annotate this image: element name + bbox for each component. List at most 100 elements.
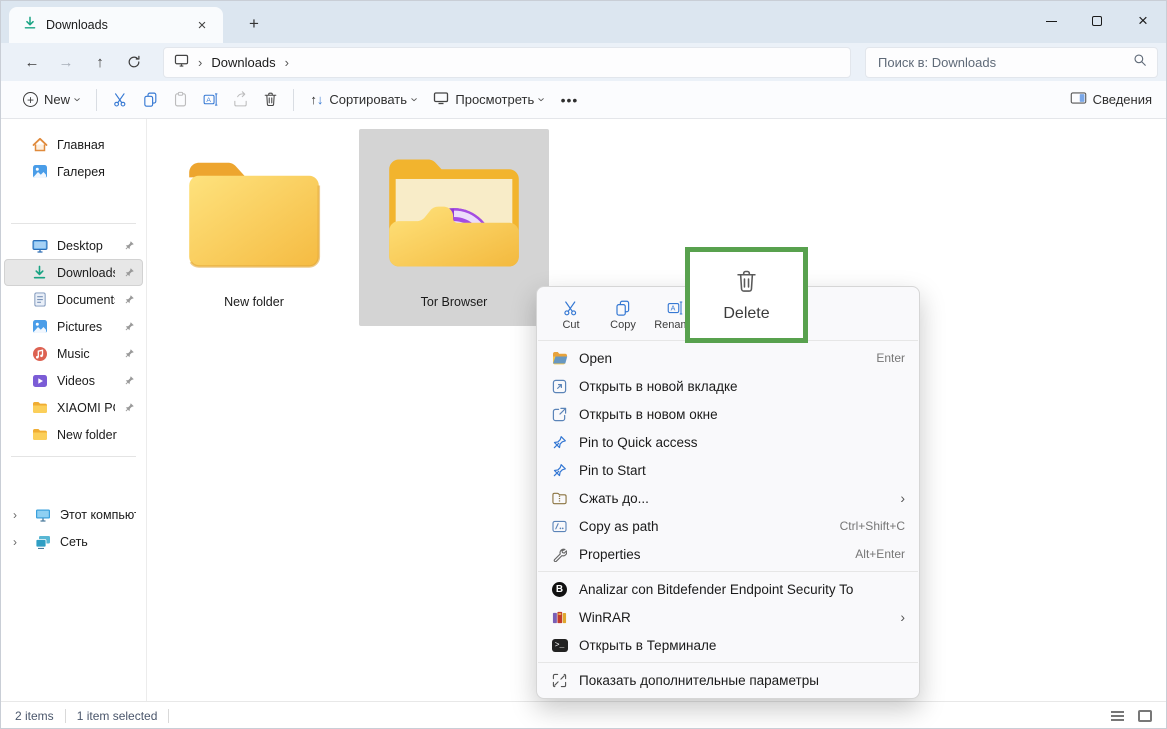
pin-icon (124, 348, 136, 359)
sidebar-item-this-pc[interactable]: › Этот компьютер (4, 501, 143, 528)
chevron-down-icon: › (535, 97, 550, 101)
menu-item-open[interactable]: Open Enter (537, 344, 919, 372)
menu-item-pin-quick-access[interactable]: Pin to Quick access (537, 428, 919, 456)
back-button[interactable]: ← (17, 48, 47, 76)
winrar-icon (551, 609, 568, 626)
pin-icon (124, 402, 136, 413)
context-menu: Cut Copy A Rename Open Enter Открыть в н… (536, 286, 920, 699)
sidebar-item-home[interactable]: Главная (4, 131, 143, 158)
sort-button[interactable]: ↑↓ Сортировать › (302, 85, 425, 115)
cut-button[interactable] (105, 85, 135, 115)
sidebar-item-videos[interactable]: Videos (4, 367, 143, 394)
list-view-toggle-icon[interactable] (1111, 709, 1124, 723)
file-tile-new-folder[interactable]: New folder (159, 129, 349, 326)
menu-item-pin-start[interactable]: Pin to Start (537, 456, 919, 484)
expand-chevron-icon[interactable]: › (13, 508, 25, 522)
menu-item-bitdefender-scan[interactable]: B Analizar con Bitdefender Endpoint Secu… (537, 575, 919, 603)
search-box[interactable] (865, 47, 1158, 78)
sidebar-item-documents[interactable]: Documents (4, 286, 143, 313)
show-more-options-icon (551, 672, 568, 689)
minimize-button[interactable] (1028, 1, 1074, 41)
trash-icon (733, 268, 760, 300)
up-button[interactable]: ↑ (85, 48, 115, 76)
menu-item-open-new-window[interactable]: Открыть в новом окне (537, 400, 919, 428)
document-icon (31, 291, 48, 308)
window-controls: × (1028, 1, 1166, 41)
file-explorer-window: Downloads × + × ← → ↑ › Downloads › (0, 0, 1167, 729)
shortcut-label: Alt+Enter (855, 547, 905, 561)
tab-downloads[interactable]: Downloads × (9, 7, 223, 43)
view-icon (433, 91, 449, 108)
large-icons-view-toggle-icon[interactable] (1138, 710, 1152, 722)
navigation-pane: Главная Галерея Desktop (1, 119, 147, 701)
download-icon (31, 264, 48, 281)
bitdefender-icon: B (551, 581, 568, 598)
sort-arrows-icon: ↑↓ (310, 92, 323, 107)
menu-item-winrar[interactable]: WinRAR › (537, 603, 919, 631)
menu-item-open-in-terminal[interactable]: >_ Открыть в Терминале (537, 631, 919, 659)
sidebar-item-gallery[interactable]: Галерея (4, 158, 143, 185)
expand-chevron-icon[interactable]: › (13, 535, 25, 549)
search-input[interactable] (878, 55, 1133, 70)
shortcut-label: Ctrl+Shift+C (840, 519, 905, 533)
sidebar-item-xiaomi-poco[interactable]: XIAOMI POCO F (4, 394, 143, 421)
copy-button[interactable] (135, 85, 165, 115)
cut-menu-button[interactable]: Cut (545, 299, 597, 331)
sidebar-item-new-folder[interactable]: New folder (4, 421, 143, 448)
details-pane-button[interactable]: Сведения (1070, 91, 1152, 108)
tor-browser-folder-icon (373, 143, 535, 283)
folder-icon (31, 399, 48, 416)
sidebar-item-music[interactable]: Music (4, 340, 143, 367)
delete-button[interactable] (255, 85, 285, 115)
sidebar-item-network[interactable]: › Сеть (4, 528, 143, 555)
network-icon (34, 533, 51, 550)
maximize-button[interactable] (1074, 1, 1120, 41)
forward-button[interactable]: → (51, 48, 81, 76)
menu-item-copy-as-path[interactable]: Copy as path Ctrl+Shift+C (537, 512, 919, 540)
menu-item-properties[interactable]: Properties Alt+Enter (537, 540, 919, 568)
share-button[interactable] (225, 85, 255, 115)
this-pc-icon (34, 506, 51, 523)
breadcrumb-folder[interactable]: Downloads (211, 55, 275, 70)
sidebar-separator (11, 223, 136, 224)
shortcut-label: Enter (876, 351, 905, 365)
file-tile-tor-browser[interactable]: Tor Browser (359, 129, 549, 326)
pin-icon (124, 375, 136, 386)
details-pane-icon (1070, 91, 1087, 108)
menu-item-show-more-options[interactable]: Показать дополнительные параметры (537, 666, 919, 694)
refresh-button[interactable] (119, 48, 149, 76)
chevron-down-icon: › (71, 97, 86, 101)
breadcrumb-separator[interactable]: › (285, 55, 289, 70)
menu-item-compress-to[interactable]: Сжать до... › (537, 484, 919, 512)
more-options-button[interactable]: ••• (553, 92, 587, 108)
sidebar-item-desktop[interactable]: Desktop (4, 232, 143, 259)
new-tab-button[interactable]: + (241, 11, 267, 37)
copy-menu-button[interactable]: Copy (597, 299, 649, 331)
rename-button[interactable]: A (195, 85, 225, 115)
music-icon (31, 345, 48, 362)
copy-as-path-icon (551, 518, 568, 535)
sidebar-item-pictures[interactable]: Pictures (4, 313, 143, 340)
menu-item-open-new-tab[interactable]: Открыть в новой вкладке (537, 372, 919, 400)
plus-circle-icon: + (23, 92, 38, 107)
new-button[interactable]: + New › (15, 85, 88, 115)
breadcrumb-separator: › (198, 55, 202, 70)
delete-label: Delete (723, 305, 769, 323)
paste-button[interactable] (165, 85, 195, 115)
wrench-icon (551, 546, 568, 563)
breadcrumb[interactable]: › Downloads › (163, 47, 851, 78)
pin-icon (124, 294, 136, 305)
delete-highlight-box[interactable]: Delete (685, 247, 808, 343)
open-new-tab-icon (551, 378, 568, 395)
pin-icon (551, 462, 568, 479)
tab-close-icon[interactable]: × (191, 14, 213, 36)
submenu-chevron-icon: › (900, 609, 905, 625)
desktop-icon (31, 237, 48, 254)
view-button[interactable]: Просмотреть › (425, 85, 552, 115)
status-bar: 2 items 1 item selected (1, 701, 1166, 729)
sidebar-item-downloads[interactable]: Downloads (4, 259, 143, 286)
close-button[interactable]: × (1120, 1, 1166, 41)
this-pc-icon (174, 54, 189, 70)
download-icon (23, 16, 37, 35)
pin-icon (124, 240, 136, 251)
